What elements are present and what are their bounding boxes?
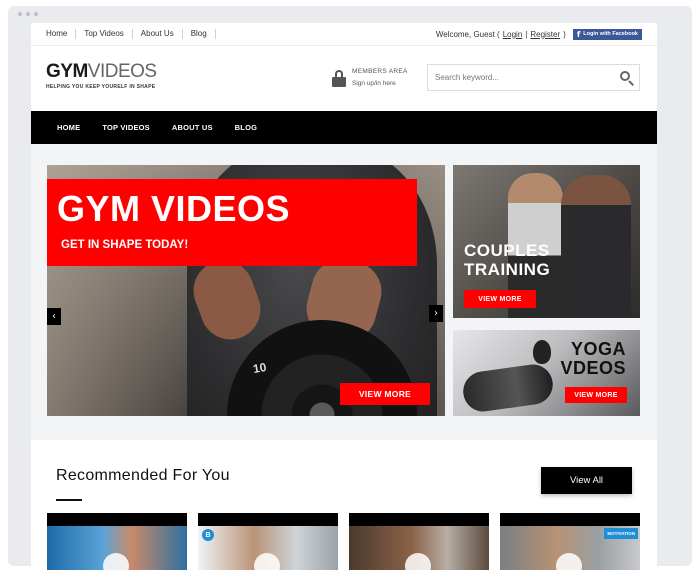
nav-item-top-videos[interactable]: TOP VIDEOS <box>102 123 150 132</box>
plate-number: 10 <box>251 359 268 377</box>
members-signup-link[interactable]: Sign up/in here <box>352 78 408 90</box>
user-area: Welcome, Guest ( Login | Register ) f Lo… <box>435 28 642 40</box>
couples-title-line2: TRAINING <box>464 260 551 279</box>
search-input[interactable] <box>428 73 613 82</box>
recommended-title: Recommended For You <box>56 467 230 484</box>
top-utility-bar: Home Top Videos About Us Blog Welcome, G… <box>31 23 657 46</box>
couples-title: COUPLES TRAINING <box>464 241 550 279</box>
separator: | <box>525 29 528 39</box>
top-links: Home Top Videos About Us Blog <box>46 29 216 39</box>
video-thumbnail[interactable] <box>349 513 489 570</box>
logo-text: GYMVIDEOS <box>46 62 157 82</box>
register-link[interactable]: Register <box>530 30 560 39</box>
members-title: MEMBERS AREA <box>352 68 408 75</box>
yoga-title: YOGA VDEOS <box>560 340 626 378</box>
couples-training-slide[interactable]: COUPLES TRAINING VIEW MORE <box>453 165 640 318</box>
couples-view-more-button[interactable]: VIEW MORE <box>464 290 536 308</box>
video-thumbnail[interactable]: MOTIVATION <box>500 513 640 570</box>
window-dots <box>18 12 38 16</box>
title-underline <box>56 499 82 501</box>
top-link-top-videos[interactable]: Top Videos <box>76 29 133 39</box>
hero-title: GYM VIDEOS <box>57 188 291 229</box>
top-link-home[interactable]: Home <box>46 29 77 39</box>
thumbnail-top-strip <box>198 513 338 526</box>
window-dot <box>34 12 38 16</box>
yoga-videos-slide[interactable]: YOGA VDEOS VIEW MORE <box>453 330 640 416</box>
view-all-button[interactable]: View All <box>541 467 632 494</box>
facebook-login-button[interactable]: f Login with Facebook <box>572 28 642 40</box>
hero-view-more-button[interactable]: VIEW MORE <box>340 383 430 405</box>
slider-next-arrow-icon[interactable]: › <box>429 305 443 322</box>
nav-item-home[interactable]: HOME <box>57 123 80 132</box>
video-thumbnail[interactable]: B <box>198 513 338 570</box>
main-nav: HOME TOP VIDEOS ABOUT US BLOG <box>31 111 657 144</box>
video-thumbnail[interactable] <box>47 513 187 570</box>
yoga-title-line1: YOGA <box>570 339 626 359</box>
yoga-person-image <box>460 361 556 415</box>
channel-badge-icon: B <box>202 529 214 541</box>
window-dot <box>26 12 30 16</box>
login-link[interactable]: Login <box>503 30 523 39</box>
search-icon[interactable] <box>613 65 639 90</box>
thumbnail-top-strip <box>349 513 489 526</box>
top-link-about-us[interactable]: About Us <box>133 29 183 39</box>
web-page: Home Top Videos About Us Blog Welcome, G… <box>31 23 657 570</box>
members-text: MEMBERS AREA Sign up/in here <box>352 66 408 90</box>
site-header: GYMVIDEOS HELPING YOU KEEP YOURELF IN SH… <box>31 46 657 110</box>
logo-bold: GYM <box>46 61 88 82</box>
yoga-title-line2: VDEOS <box>560 358 626 378</box>
couples-title-line1: COUPLES <box>464 241 550 260</box>
logo-tagline: HELPING YOU KEEP YOURELF IN SHAPE <box>46 84 156 90</box>
hero-subtitle: GET IN SHAPE TODAY! <box>61 239 189 251</box>
video-thumbnails: B MOTIVATION <box>47 513 640 570</box>
nav-item-about-us[interactable]: ABOUT US <box>172 123 213 132</box>
search-box <box>427 64 640 91</box>
man-image <box>561 175 631 318</box>
top-link-blog[interactable]: Blog <box>183 29 216 39</box>
facebook-login-label: Login with Facebook <box>583 31 638 37</box>
yoga-view-more-button[interactable]: VIEW MORE <box>565 387 627 403</box>
slider-prev-arrow-icon[interactable]: ‹ <box>47 308 61 325</box>
window-dot <box>18 12 22 16</box>
welcome-text: Welcome, Guest ( <box>435 29 500 39</box>
logo-light: VIDEOS <box>87 61 157 82</box>
close-paren: ) <box>563 29 566 39</box>
thumbnail-top-strip <box>500 513 640 526</box>
site-logo[interactable]: GYMVIDEOS HELPING YOU KEEP YOURELF IN SH… <box>46 62 157 91</box>
kettlebell-image <box>533 340 551 364</box>
facebook-icon: f <box>576 29 581 39</box>
main-slide[interactable]: 10 GYM VIDEOS GET IN SHAPE TODAY! VIEW M… <box>47 165 445 416</box>
hero-banner: GYM VIDEOS GET IN SHAPE TODAY! <box>47 179 417 266</box>
motivation-badge: MOTIVATION <box>604 528 638 539</box>
nav-item-blog[interactable]: BLOG <box>235 123 257 132</box>
lock-icon <box>332 70 346 87</box>
members-area[interactable]: MEMBERS AREA Sign up/in here <box>332 66 408 90</box>
thumbnail-top-strip <box>47 513 187 526</box>
